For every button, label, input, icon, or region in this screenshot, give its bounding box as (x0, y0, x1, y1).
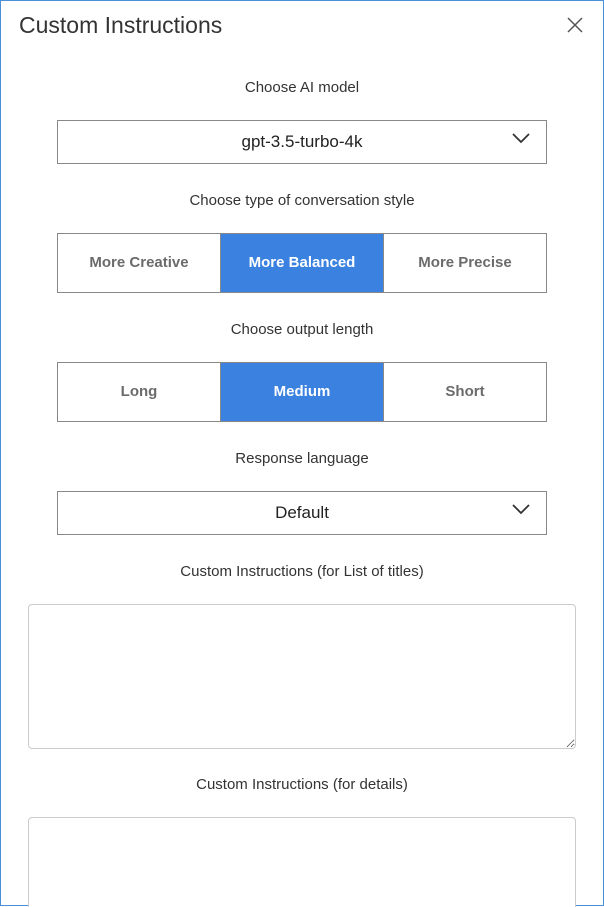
language-dropdown-value: Default (275, 503, 329, 523)
style-option-creative[interactable]: More Creative (58, 234, 220, 292)
model-dropdown[interactable]: gpt-3.5-turbo-4k (57, 120, 547, 164)
style-option-balanced[interactable]: More Balanced (220, 234, 383, 292)
length-option-long[interactable]: Long (58, 363, 220, 421)
content: Choose AI model gpt-3.5-turbo-4k Choose … (1, 49, 603, 907)
scroll-area[interactable]: Choose AI model gpt-3.5-turbo-4k Choose … (1, 49, 603, 907)
length-label: Choose output length (21, 321, 583, 338)
language-dropdown[interactable]: Default (57, 491, 547, 535)
language-label: Response language (21, 450, 583, 467)
style-option-precise[interactable]: More Precise (383, 234, 546, 292)
instructions-details-wrap (28, 817, 576, 907)
instructions-titles-wrap (28, 604, 576, 754)
close-icon (567, 17, 583, 33)
instructions-details-textarea[interactable] (28, 817, 576, 907)
chevron-down-icon (512, 131, 530, 149)
length-segmented-group: Long Medium Short (57, 362, 547, 422)
style-label: Choose type of conversation style (21, 192, 583, 209)
close-button[interactable] (565, 15, 585, 35)
dialog-title: Custom Instructions (19, 12, 222, 39)
titlebar: Custom Instructions (1, 1, 603, 49)
style-segmented-group: More Creative More Balanced More Precise (57, 233, 547, 293)
length-option-short[interactable]: Short (383, 363, 546, 421)
model-label: Choose AI model (21, 79, 583, 96)
instructions-titles-textarea[interactable] (28, 604, 576, 749)
chevron-down-icon (512, 502, 530, 520)
length-option-medium[interactable]: Medium (220, 363, 383, 421)
instructions-details-label: Custom Instructions (for details) (21, 776, 583, 793)
model-dropdown-value: gpt-3.5-turbo-4k (242, 132, 363, 152)
instructions-titles-label: Custom Instructions (for List of titles) (21, 563, 583, 580)
